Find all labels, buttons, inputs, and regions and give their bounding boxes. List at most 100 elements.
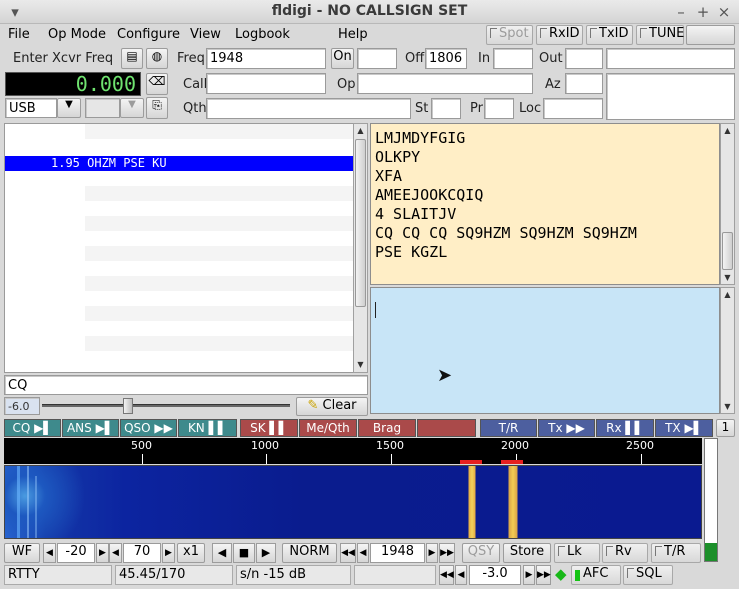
qsy-button[interactable]: QSY bbox=[462, 543, 500, 563]
qrz-icon[interactable]: ⎘ bbox=[146, 97, 168, 119]
mode-status[interactable]: RTTY bbox=[4, 565, 112, 585]
reverse-toggle[interactable]: Rv bbox=[602, 543, 648, 563]
macro-set-button[interactable]: 1 bbox=[716, 419, 735, 437]
macro-empty-button[interactable] bbox=[417, 419, 476, 437]
carrier-fast-up-icon[interactable]: ▶▶ bbox=[439, 543, 455, 563]
browser-scrollbar[interactable]: ▲ ▼ bbox=[353, 123, 368, 373]
menu-logbook[interactable]: Logbook bbox=[235, 27, 290, 42]
toolbar-blank-button[interactable] bbox=[686, 25, 735, 45]
faster-icon[interactable]: ▶ bbox=[256, 543, 276, 563]
rst-in-field[interactable] bbox=[493, 48, 533, 69]
locator-field[interactable] bbox=[543, 98, 603, 119]
maximize-icon[interactable]: + bbox=[694, 3, 712, 21]
macro-tr-button[interactable]: T/R bbox=[480, 419, 537, 437]
macro-qso-button[interactable]: QSO ▶▶ bbox=[120, 419, 177, 437]
call-field[interactable] bbox=[206, 73, 326, 94]
macro-ans-button[interactable]: ANS ▶▌ bbox=[62, 419, 119, 437]
carrier-fast-down-icon[interactable]: ◀◀ bbox=[340, 543, 356, 563]
list-item[interactable] bbox=[85, 201, 354, 216]
rx-scrollbar[interactable]: ▲ ▼ bbox=[720, 123, 735, 285]
macro-sk-button[interactable]: SK ▌▌ bbox=[240, 419, 298, 437]
tx-text-pane[interactable]: ➤ bbox=[370, 287, 720, 414]
bandwidth-select[interactable] bbox=[85, 98, 120, 118]
extra-log-field[interactable] bbox=[606, 48, 735, 69]
afc-toggle[interactable]: AFC bbox=[571, 565, 621, 585]
menu-help[interactable]: Help bbox=[338, 27, 368, 42]
close-icon[interactable]: × bbox=[715, 3, 733, 21]
macro-txend-button[interactable]: TX ▶▌ bbox=[655, 419, 713, 437]
list-item[interactable] bbox=[85, 261, 354, 276]
slower-icon[interactable]: ◀ bbox=[212, 543, 232, 563]
tune-toggle[interactable]: TUNE bbox=[636, 25, 684, 45]
list-item[interactable] bbox=[85, 291, 354, 306]
macro-rx-button[interactable]: Rx ▌▌ bbox=[596, 419, 654, 437]
carrier-field[interactable]: 1948 bbox=[370, 543, 425, 563]
freq-field[interactable]: 1948 bbox=[206, 48, 326, 69]
scroll-up-icon[interactable]: ▲ bbox=[721, 288, 734, 301]
list-item[interactable] bbox=[85, 139, 354, 154]
range-field[interactable]: 70 bbox=[123, 543, 161, 563]
rst-out-field[interactable] bbox=[565, 48, 603, 69]
offset-field[interactable]: -3.0 bbox=[469, 565, 521, 585]
zoom-button[interactable]: x1 bbox=[177, 543, 205, 563]
list-item[interactable] bbox=[85, 336, 354, 351]
list-item[interactable] bbox=[85, 306, 354, 321]
menu-view[interactable]: View bbox=[190, 27, 221, 42]
op-field[interactable] bbox=[357, 73, 533, 94]
memory-icon[interactable]: ▤ bbox=[121, 48, 143, 69]
speed-button[interactable]: NORM bbox=[282, 543, 337, 563]
list-item-selected[interactable]: 1.95 OHZM PSE KU bbox=[5, 156, 354, 171]
globe-icon[interactable]: ◍ bbox=[146, 48, 168, 69]
on-time-field[interactable] bbox=[357, 48, 397, 69]
ref-up-icon[interactable]: ▶ bbox=[96, 543, 109, 563]
frequency-scale[interactable]: 500 1000 1500 2000 2500 bbox=[4, 438, 702, 464]
scroll-up-icon[interactable]: ▲ bbox=[721, 124, 734, 137]
list-item[interactable] bbox=[85, 246, 354, 261]
scroll-down-icon[interactable]: ▼ bbox=[354, 358, 367, 371]
squelch-slider[interactable] bbox=[40, 397, 294, 415]
clear-button[interactable]: ✎ Clear bbox=[296, 397, 368, 416]
on-time-button[interactable]: On bbox=[331, 48, 354, 69]
macro-kn-button[interactable]: KN ▌▌ bbox=[178, 419, 237, 437]
txid-toggle[interactable]: TxID bbox=[586, 25, 633, 45]
scroll-down-icon[interactable]: ▼ bbox=[721, 271, 734, 284]
notes-field[interactable] bbox=[606, 73, 735, 120]
ref-level-field[interactable]: -20 bbox=[57, 543, 95, 563]
clear-broom-icon[interactable]: ⌫ bbox=[146, 73, 168, 95]
menu-configure[interactable]: Configure bbox=[117, 27, 180, 42]
rx-text-pane[interactable]: LMJMDYFGIG OLKPY XFA AMEEJOOKCQIQ 4 SLAI… bbox=[370, 123, 720, 285]
scroll-up-icon[interactable]: ▲ bbox=[354, 124, 367, 137]
slider-thumb[interactable] bbox=[122, 398, 133, 414]
az-field[interactable] bbox=[565, 73, 603, 94]
qth-field[interactable] bbox=[206, 98, 411, 119]
carrier-down-icon[interactable]: ◀ bbox=[357, 543, 369, 563]
menu-file[interactable]: File bbox=[8, 27, 30, 42]
carrier-up-icon[interactable]: ▶ bbox=[426, 543, 438, 563]
rxid-toggle[interactable]: RxID bbox=[536, 25, 583, 45]
list-item[interactable] bbox=[85, 351, 354, 366]
pr-field[interactable] bbox=[484, 98, 514, 119]
list-item[interactable] bbox=[85, 124, 354, 139]
browser-search-field[interactable]: CQ bbox=[4, 375, 368, 395]
signal-browser[interactable]: 1.95 OHZM PSE KU bbox=[4, 123, 355, 373]
macro-brag-button[interactable]: Brag bbox=[358, 419, 416, 437]
macro-meqth-button[interactable]: Me/Qth bbox=[299, 419, 357, 437]
scroll-thumb[interactable] bbox=[722, 232, 733, 270]
list-item[interactable] bbox=[85, 321, 354, 336]
mode-select[interactable]: USB bbox=[5, 98, 57, 118]
stop-icon[interactable]: ■ bbox=[233, 543, 255, 563]
st-field[interactable] bbox=[431, 98, 461, 119]
offset-down-icon[interactable]: ◀ bbox=[455, 565, 467, 585]
scroll-down-icon[interactable]: ▼ bbox=[721, 400, 734, 413]
range-down-icon[interactable]: ◀ bbox=[109, 543, 122, 563]
offset-fast-down-icon[interactable]: ◀◀ bbox=[439, 565, 454, 585]
list-item[interactable] bbox=[85, 231, 354, 246]
menu-op-mode[interactable]: Op Mode bbox=[48, 27, 106, 42]
tr-toggle[interactable]: T/R bbox=[651, 543, 701, 563]
ref-down-icon[interactable]: ◀ bbox=[43, 543, 56, 563]
off-time-field[interactable]: 1806 bbox=[425, 48, 467, 69]
sql-toggle[interactable]: SQL bbox=[623, 565, 673, 585]
list-item[interactable] bbox=[85, 186, 354, 201]
list-item[interactable] bbox=[85, 216, 354, 231]
spot-toggle[interactable]: Spot bbox=[486, 25, 533, 45]
